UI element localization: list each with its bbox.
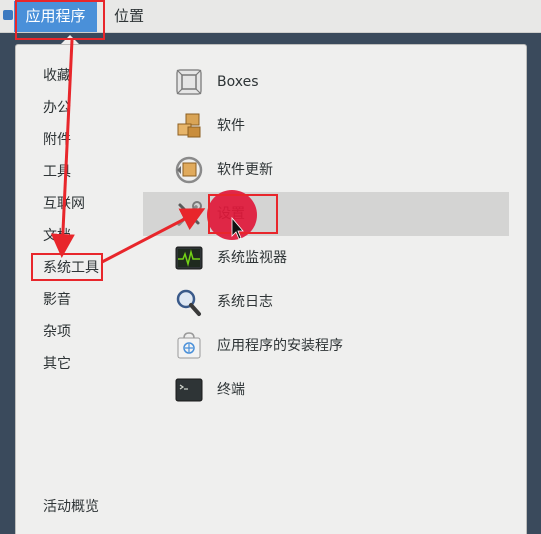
mouse-cursor-icon [231,216,244,240]
arrow-to-settings [101,208,206,264]
annotation-arrows [50,39,244,264]
arrow-to-system-tools [50,39,75,258]
